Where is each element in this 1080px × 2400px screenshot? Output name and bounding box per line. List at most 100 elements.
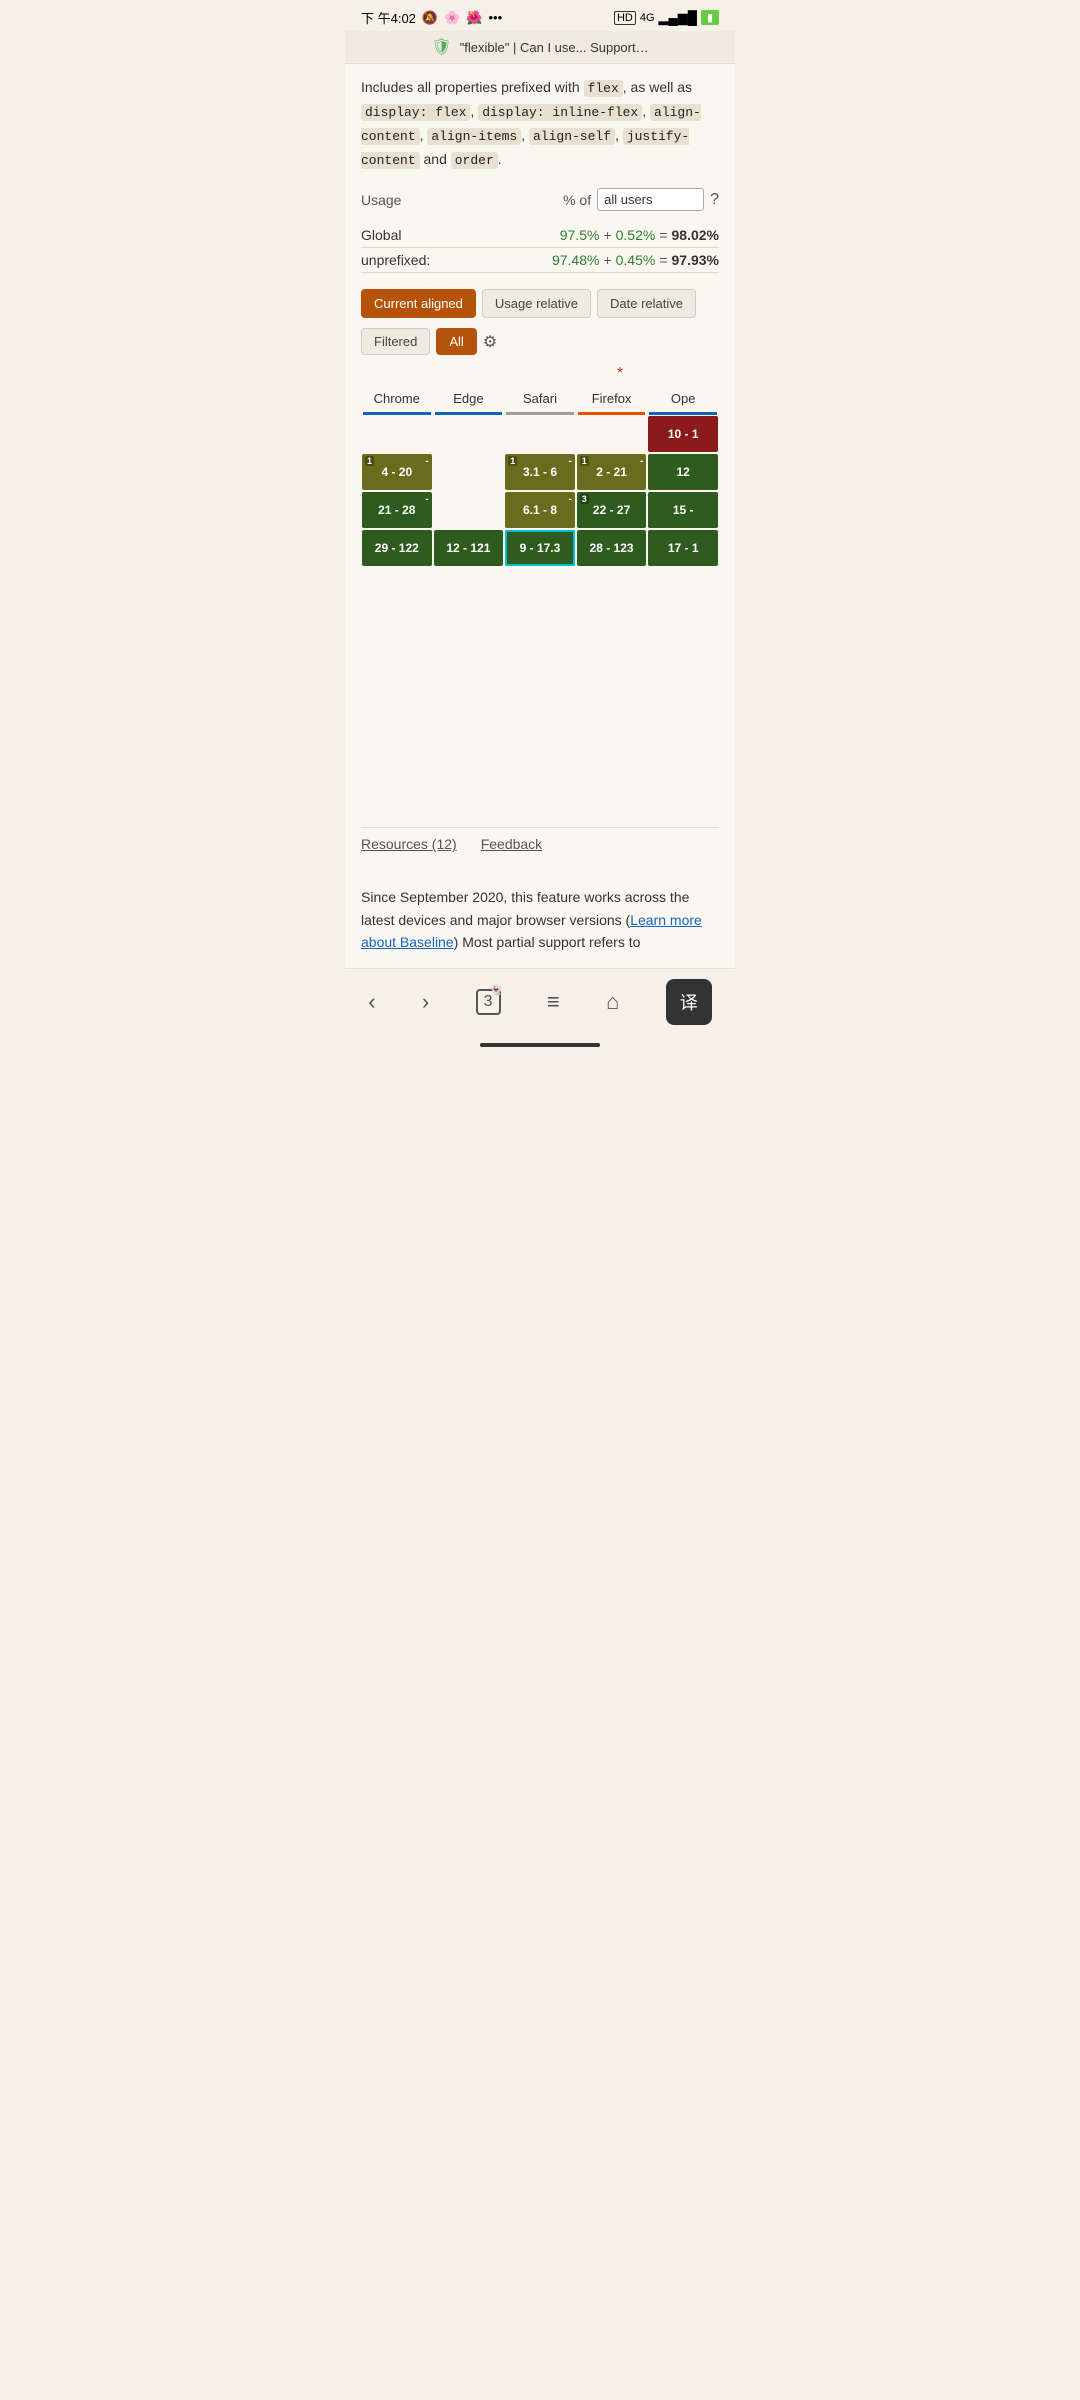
cell-2-4[interactable]: 15 - bbox=[648, 492, 718, 528]
opera-label: Ope bbox=[647, 387, 719, 412]
tabs-icon: 3 👻 bbox=[476, 989, 501, 1015]
grid-row-3: 29 - 122 12 - 121 9 - 17.3 28 - 123 17 -… bbox=[361, 529, 719, 567]
code-flex: flex bbox=[584, 80, 623, 97]
forward-icon: › bbox=[422, 989, 429, 1015]
cell-2-3[interactable]: 3 22 - 27 bbox=[577, 492, 647, 528]
code-intro: Includes all properties prefixed with fl… bbox=[361, 76, 719, 172]
home-icon: ⌂ bbox=[606, 989, 619, 1015]
browser-bar: 🛡 "flexible" | Can I use... Support… bbox=[345, 31, 735, 64]
code-display-flex: display: flex bbox=[361, 104, 470, 121]
gear-icon[interactable]: ⚙ bbox=[483, 332, 497, 352]
battery-icon: ▮ bbox=[701, 10, 719, 25]
notification-icon: 🔕 bbox=[422, 10, 438, 26]
cell-0-3 bbox=[577, 416, 647, 452]
filter-filtered[interactable]: Filtered bbox=[361, 328, 430, 355]
cell-3-1[interactable]: 12 - 121 bbox=[434, 530, 504, 566]
status-bar: 下 午4:02 🔕 🌸 🌺 ••• HD 4G ▂▄▆█ ▮ bbox=[345, 0, 735, 31]
usage-label: Usage bbox=[361, 192, 401, 208]
nav-back[interactable]: ‹ bbox=[368, 989, 375, 1015]
cell-2-0-text: 21 - 28 bbox=[378, 503, 415, 517]
baseline-section: Since September 2020, this feature works… bbox=[345, 872, 735, 967]
browser-col-opera: Ope bbox=[647, 387, 719, 415]
badge-1-0: 1 bbox=[365, 456, 374, 466]
code-align-items: align-items bbox=[427, 128, 521, 145]
global-green2: 0.52% bbox=[616, 227, 656, 243]
tab-usage-relative[interactable]: Usage relative bbox=[482, 289, 591, 318]
status-left: 下 午4:02 🔕 🌸 🌺 ••• bbox=[361, 8, 502, 27]
tab-bar: Current aligned Usage relative Date rela… bbox=[361, 279, 719, 324]
global-label: Global bbox=[361, 227, 401, 243]
nav-menu[interactable]: ≡ bbox=[547, 989, 560, 1015]
cell-0-0 bbox=[362, 416, 432, 452]
cell-2-2[interactable]: 6.1 - 8 - bbox=[505, 492, 575, 528]
browser-col-safari: Safari bbox=[504, 387, 576, 415]
code-display-inline-flex: display: inline-flex bbox=[478, 104, 642, 121]
cell-0-2 bbox=[505, 416, 575, 452]
global-stats-row: Global 97.5% + 0.52% = 98.02% bbox=[361, 223, 719, 248]
more-icon: ••• bbox=[488, 10, 502, 25]
cell-3-2[interactable]: 9 - 17.3 bbox=[505, 530, 575, 566]
unprefixed-total: 97.93% bbox=[672, 252, 719, 268]
global-green1: 97.5% bbox=[560, 227, 600, 243]
cell-1-2[interactable]: 1 3.1 - 6 - bbox=[505, 454, 575, 490]
global-total: 98.02% bbox=[672, 227, 719, 243]
usage-select[interactable]: all users tracked users bbox=[597, 188, 704, 211]
cell-3-4[interactable]: 17 - 1 bbox=[648, 530, 718, 566]
app-icon-2: 🌺 bbox=[466, 10, 482, 26]
browser-col-chrome: Chrome bbox=[361, 387, 433, 415]
cell-2-2-text: 6.1 - 8 bbox=[523, 503, 557, 517]
status-time: 下 午4:02 bbox=[361, 8, 416, 27]
usage-of: % of bbox=[563, 192, 591, 208]
resources-link[interactable]: Resources (12) bbox=[361, 836, 457, 852]
baseline-text2: ) Most partial support refers to bbox=[454, 934, 641, 950]
global-numbers: 97.5% + 0.52% = 98.02% bbox=[560, 227, 719, 243]
safari-label: Safari bbox=[504, 387, 576, 412]
browser-headers: Chrome Edge Safari Firefox Ope bbox=[361, 387, 719, 415]
nav-home[interactable]: ⌂ bbox=[606, 989, 619, 1015]
bottom-links: Resources (12) Feedback bbox=[361, 827, 719, 860]
filter-all[interactable]: All bbox=[436, 328, 476, 355]
minus-2-0: - bbox=[425, 494, 428, 505]
badge-1-2: 1 bbox=[508, 456, 517, 466]
grid-row-2: 21 - 28 - 6.1 - 8 - 3 22 - 27 15 - bbox=[361, 491, 719, 529]
cell-2-1 bbox=[434, 492, 504, 528]
tab-date-relative[interactable]: Date relative bbox=[597, 289, 696, 318]
usage-row: Usage % of all users tracked users ? bbox=[361, 184, 719, 215]
nav-bar: ‹ › 3 👻 ≡ ⌂ 译 bbox=[345, 968, 735, 1033]
usage-question[interactable]: ? bbox=[710, 191, 719, 209]
cell-1-4[interactable]: 12 bbox=[648, 454, 718, 490]
firefox-label: Firefox bbox=[576, 387, 648, 412]
badge-1-3: 1 bbox=[580, 456, 589, 466]
minus-1-0: - bbox=[425, 456, 428, 467]
grid-row-1: 1 4 - 20 - 1 3.1 - 6 - 1 2 - 21 - 12 bbox=[361, 453, 719, 491]
app-icon-1: 🌸 bbox=[444, 10, 460, 26]
minus-1-3: - bbox=[640, 456, 643, 467]
edge-label: Edge bbox=[433, 387, 505, 412]
cell-3-3[interactable]: 28 - 123 bbox=[577, 530, 647, 566]
nav-tabs[interactable]: 3 👻 bbox=[476, 989, 501, 1015]
browser-url: "flexible" | Can I use... Support… bbox=[460, 40, 649, 55]
minus-2-2: - bbox=[568, 494, 571, 505]
shield-icon: 🛡 bbox=[431, 37, 451, 57]
status-right: HD 4G ▂▄▆█ ▮ bbox=[614, 10, 719, 26]
global-plus: + bbox=[603, 227, 611, 243]
unprefixed-numbers: 97.48% + 0.45% = 97.93% bbox=[552, 252, 719, 268]
signal-bars: ▂▄▆█ bbox=[659, 10, 697, 26]
footer-home-bar bbox=[345, 1033, 735, 1057]
translate-button[interactable]: 译 bbox=[666, 979, 712, 1025]
feedback-link[interactable]: Feedback bbox=[481, 836, 542, 852]
cell-2-0[interactable]: 21 - 28 - bbox=[362, 492, 432, 528]
nav-forward[interactable]: › bbox=[422, 989, 429, 1015]
hd-badge: HD bbox=[614, 11, 636, 25]
cell-3-0[interactable]: 29 - 122 bbox=[362, 530, 432, 566]
cell-0-4: 10 - 1 bbox=[648, 416, 718, 452]
unprefixed-stats-row: unprefixed: 97.48% + 0.45% = 97.93% bbox=[361, 248, 719, 273]
tab-current-aligned[interactable]: Current aligned bbox=[361, 289, 476, 318]
cell-1-0[interactable]: 1 4 - 20 - bbox=[362, 454, 432, 490]
signal-4g: 4G bbox=[640, 12, 655, 24]
unprefixed-label: unprefixed: bbox=[361, 252, 430, 268]
compat-section: * Chrome Edge Safari Firefox Ope bbox=[361, 365, 719, 567]
usage-select-wrapper: % of all users tracked users ? bbox=[563, 188, 719, 211]
cell-1-3[interactable]: 1 2 - 21 - bbox=[577, 454, 647, 490]
ghost-icon: 👻 bbox=[490, 985, 502, 996]
